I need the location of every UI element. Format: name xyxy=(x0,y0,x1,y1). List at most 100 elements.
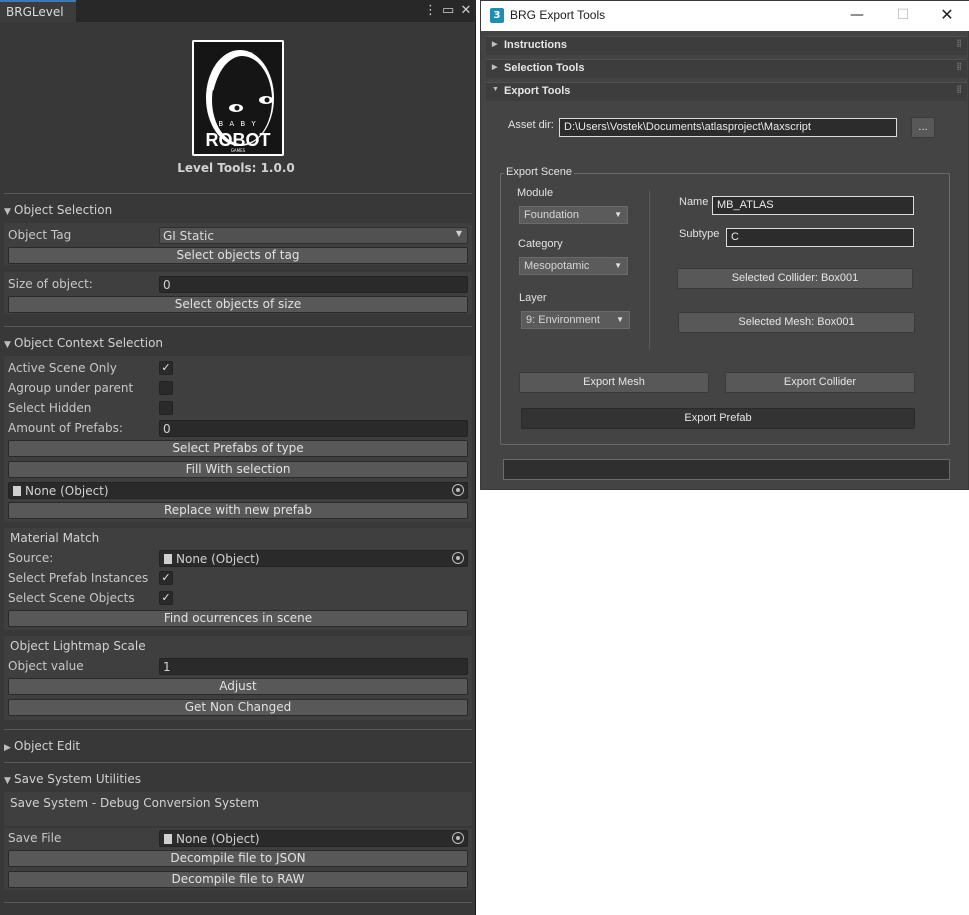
export-collider-button[interactable]: Export Collider xyxy=(725,372,915,393)
close-button[interactable]: ✕ xyxy=(924,1,969,31)
export-scene-label: Export Scene xyxy=(504,166,575,178)
fill-with-selection-button[interactable]: Fill With selection xyxy=(8,461,468,478)
logo-games-text: GAMES xyxy=(230,148,246,153)
triangle-right-icon: ▶ xyxy=(4,743,11,753)
active-scene-only-label: Active Scene Only xyxy=(8,361,117,375)
save-file-label: Save File xyxy=(8,831,62,845)
module-label: Module xyxy=(517,187,554,199)
object-tag-label: Object Tag xyxy=(8,228,72,242)
source-object-field[interactable]: None (Object) xyxy=(159,550,468,567)
selected-collider-button[interactable]: Selected Collider: Box001 xyxy=(677,268,913,289)
material-match-header: Material Match xyxy=(10,531,100,545)
foldout-object-selection[interactable]: ▼ Object Selection xyxy=(4,203,112,217)
get-non-changed-button[interactable]: Get Non Changed xyxy=(8,699,468,716)
agroup-under-parent-label: Agroup under parent xyxy=(8,381,134,395)
tab-brglevel[interactable]: BRGLevel xyxy=(0,0,76,22)
divider xyxy=(4,762,472,763)
drag-grip-icon[interactable]: ⁞⁞ xyxy=(956,85,962,96)
name-input[interactable]: MB_ATLAS xyxy=(712,196,914,215)
amount-of-prefabs-label: Amount of Prefabs: xyxy=(8,421,123,435)
maximize-button[interactable]: ☐ xyxy=(880,1,926,31)
object-value-field[interactable]: 1 xyxy=(159,658,468,675)
layer-dropdown[interactable]: 9: Environment ▼ xyxy=(521,311,630,329)
divider xyxy=(4,193,472,194)
rollout-instructions[interactable]: ▶ Instructions ⁞⁞ xyxy=(486,36,967,55)
drag-grip-icon[interactable]: ⁞⁞ xyxy=(956,62,962,73)
selected-mesh-button[interactable]: Selected Mesh: Box001 xyxy=(678,312,915,333)
object-value-label: Object value xyxy=(8,659,84,673)
source-label: Source: xyxy=(8,551,54,565)
dropdown-arrow-icon: ▼ xyxy=(614,261,622,270)
foldout-save-system-utilities[interactable]: ▼ Save System Utilities xyxy=(4,772,141,786)
select-hidden-checkbox[interactable] xyxy=(159,401,173,415)
module-dropdown[interactable]: Foundation ▼ xyxy=(519,206,628,224)
drag-grip-icon[interactable]: ⁞⁞ xyxy=(956,39,962,50)
agroup-under-parent-checkbox[interactable] xyxy=(159,381,173,395)
size-of-object-field[interactable]: 0 xyxy=(159,276,468,293)
logo-small-text: B A B Y xyxy=(218,120,258,128)
find-occurrences-button[interactable]: Find ocurrences in scene xyxy=(8,610,468,627)
checkmark-icon: ✓ xyxy=(161,361,171,374)
rollout-export-tools[interactable]: ▼ Export Tools ⁞⁞ xyxy=(486,82,967,101)
replace-with-new-prefab-button[interactable]: Replace with new prefab xyxy=(8,502,468,519)
rollout-selection-tools[interactable]: ▶ Selection Tools ⁞⁞ xyxy=(486,59,967,78)
select-prefab-instances-label: Select Prefab Instances xyxy=(8,571,149,585)
more-options-icon[interactable]: ⋮ xyxy=(424,2,437,20)
object-tag-dropdown[interactable]: GI Static ▼ xyxy=(159,227,468,244)
triangle-down-icon: ▼ xyxy=(4,340,11,350)
version-label: Level Tools: 1.0.0 xyxy=(177,161,295,175)
divider xyxy=(4,729,472,730)
maximize-icon[interactable]: ▭ xyxy=(442,2,454,20)
object-picker-icon[interactable] xyxy=(452,484,464,496)
foldout-object-context-selection[interactable]: ▼ Object Context Selection xyxy=(4,336,163,350)
asset-dir-label: Asset dir: xyxy=(508,119,554,131)
layer-label: Layer xyxy=(519,292,547,304)
size-of-object-label: Size of object: xyxy=(8,277,93,291)
object-picker-icon[interactable] xyxy=(452,552,464,564)
select-scene-objects-checkbox[interactable]: ✓ xyxy=(159,591,173,605)
select-objects-of-size-button[interactable]: Select objects of size xyxy=(8,296,468,313)
panel-tab-bar: BRGLevel ⋮ ▭ ✕ xyxy=(0,0,476,22)
object-picker-icon[interactable] xyxy=(452,832,464,844)
prefab-object-field[interactable]: None (Object) xyxy=(8,482,468,499)
document-icon xyxy=(164,834,172,844)
export-prefab-button[interactable]: Export Prefab xyxy=(521,408,915,429)
select-prefabs-of-type-button[interactable]: Select Prefabs of type xyxy=(8,440,468,457)
select-prefab-instances-checkbox[interactable]: ✓ xyxy=(159,571,173,585)
divider xyxy=(4,902,472,903)
minimize-button[interactable]: — xyxy=(834,1,880,31)
subtype-label: Subtype xyxy=(679,228,720,240)
window-title-bar[interactable]: 3 BRG Export Tools — ☐ ✕ xyxy=(481,1,969,31)
close-icon[interactable]: ✕ xyxy=(460,2,472,20)
decompile-raw-button[interactable]: Decompile file to RAW xyxy=(8,871,468,888)
checkmark-icon: ✓ xyxy=(161,571,171,584)
document-icon xyxy=(13,486,21,496)
asset-dir-input[interactable]: D:\Users\Vostek\Documents\atlasproject\M… xyxy=(559,118,897,137)
brg-export-tools-window: 3 BRG Export Tools — ☐ ✕ ▶ Instructions ⁞⁞… xyxy=(480,0,969,490)
save-system-subheader: Save System - Debug Conversion System xyxy=(10,796,260,810)
3dsmax-app-icon: 3 xyxy=(490,8,504,23)
category-dropdown[interactable]: Mesopotamic ▼ xyxy=(519,257,628,275)
foldout-object-edit[interactable]: ▶ Object Edit xyxy=(4,739,80,753)
save-file-object-field[interactable]: None (Object) xyxy=(159,830,468,847)
window-title: BRG Export Tools xyxy=(510,8,606,22)
select-hidden-label: Select Hidden xyxy=(8,401,92,415)
dropdown-arrow-icon: ▼ xyxy=(614,210,622,219)
adjust-button[interactable]: Adjust xyxy=(8,678,468,695)
document-icon xyxy=(164,554,172,564)
active-scene-only-checkbox[interactable]: ✓ xyxy=(159,361,173,375)
triangle-down-icon: ▼ xyxy=(4,776,11,786)
export-mesh-button[interactable]: Export Mesh xyxy=(519,372,709,393)
category-label: Category xyxy=(518,238,563,250)
subtype-input[interactable]: C xyxy=(726,228,914,247)
dropdown-arrow-icon: ▼ xyxy=(455,229,462,238)
triangle-right-icon: ▶ xyxy=(492,64,498,71)
amount-of-prefabs-field[interactable]: 0 xyxy=(159,420,468,437)
name-label: Name xyxy=(679,196,709,208)
browse-button[interactable]: ... xyxy=(911,117,935,138)
select-objects-of-tag-button[interactable]: Select objects of tag xyxy=(8,247,468,264)
triangle-down-icon: ▼ xyxy=(4,207,11,217)
select-scene-objects-label: Select Scene Objects xyxy=(8,591,135,605)
decompile-json-button[interactable]: Decompile file to JSON xyxy=(8,850,468,867)
divider xyxy=(649,190,650,350)
